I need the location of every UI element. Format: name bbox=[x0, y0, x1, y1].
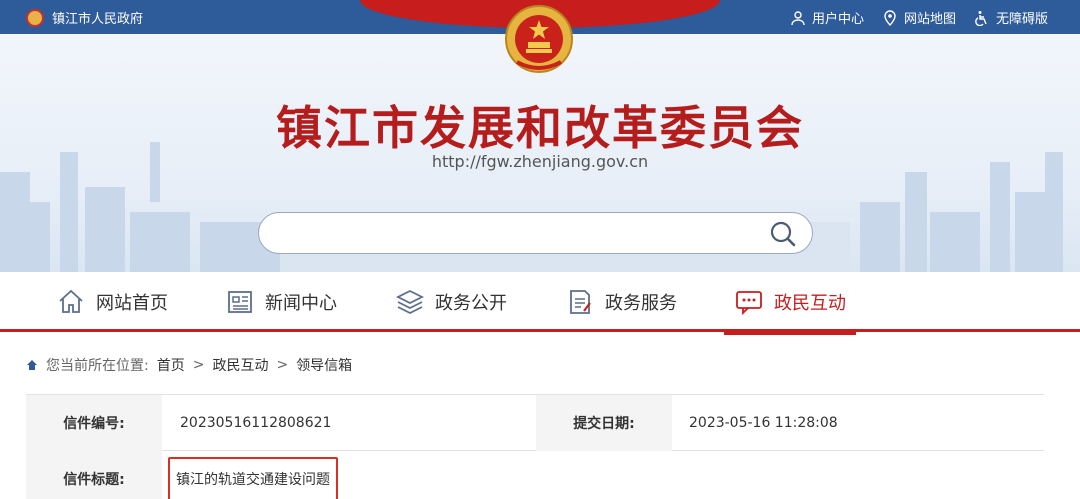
nav-item-gov-affairs[interactable]: 政务公开 bbox=[395, 272, 507, 332]
user-icon bbox=[791, 10, 805, 25]
nav-item-label: 政务服务 bbox=[605, 293, 677, 314]
breadcrumb-interaction[interactable]: 政民互动 bbox=[212, 355, 268, 375]
user-center-label: 用户中心 bbox=[811, 12, 864, 27]
chat-icon bbox=[736, 291, 762, 316]
nav-item-news[interactable]: 新闻中心 bbox=[225, 272, 337, 332]
news-icon bbox=[228, 291, 252, 313]
letter-number-label: 信件编号: bbox=[26, 395, 162, 451]
document-edit-icon bbox=[570, 290, 591, 314]
site-map-link[interactable]: 网站地图 bbox=[882, 8, 956, 27]
table-row: 信件编号: 20230516112808621 提交日期: 2023-05-16… bbox=[26, 395, 1044, 451]
site-url: http://fgw.zhenjiang.gov.cn bbox=[431, 152, 649, 171]
accessibility-icon bbox=[975, 10, 987, 26]
top-links: 用户中心 网站地图 无障碍版 bbox=[790, 8, 1048, 27]
letter-title-cell: 镇江的轨道交通建设问题 bbox=[168, 451, 338, 499]
search-icon[interactable] bbox=[768, 219, 798, 249]
accessibility-link[interactable]: 无障碍版 bbox=[974, 8, 1048, 27]
nav-item-label: 新闻中心 bbox=[265, 293, 337, 314]
nav-item-interaction[interactable]: 政民互动 bbox=[724, 272, 856, 335]
main-nav: 网站首页 新闻中心 政务公开 政务服务 政民互动 bbox=[0, 272, 1080, 335]
breadcrumb-separator: > bbox=[192, 357, 205, 373]
national-emblem-logo bbox=[505, 5, 573, 73]
breadcrumb-separator: > bbox=[276, 357, 289, 373]
home-icon bbox=[59, 289, 83, 313]
site-map-label: 网站地图 bbox=[903, 12, 956, 27]
nav-item-home[interactable]: 网站首页 bbox=[56, 272, 168, 332]
breadcrumb: 您当前所在位置: 首页 > 政民互动 > 领导信箱 bbox=[26, 355, 352, 375]
map-pin-icon bbox=[884, 9, 896, 26]
nav-item-label: 政民互动 bbox=[774, 293, 846, 314]
gov-label: 镇江市人民政府 bbox=[52, 12, 144, 27]
breadcrumb-prefix: 您当前所在位置: bbox=[46, 358, 149, 374]
accessibility-label: 无障碍版 bbox=[995, 12, 1048, 27]
letter-title-value: 镇江的轨道交通建设问题 bbox=[168, 457, 338, 499]
search-box[interactable] bbox=[258, 212, 813, 254]
gov-link[interactable]: 镇江市人民政府 bbox=[26, 8, 143, 27]
breadcrumb-home[interactable]: 首页 bbox=[157, 355, 185, 375]
nav-item-services[interactable]: 政务服务 bbox=[565, 272, 677, 332]
table-row: 信件标题: 镇江的轨道交通建设问题 bbox=[26, 451, 1044, 499]
layers-icon bbox=[395, 289, 425, 315]
nav-item-label: 政务公开 bbox=[435, 293, 507, 314]
user-center-link[interactable]: 用户中心 bbox=[790, 8, 864, 27]
letter-number-value: 20230516112808621 bbox=[180, 415, 332, 431]
nav-item-label: 网站首页 bbox=[96, 293, 168, 314]
submit-date-label: 提交日期: bbox=[536, 395, 672, 451]
letter-title-label: 信件标题: bbox=[26, 451, 162, 499]
submit-date-value: 2023-05-16 11:28:08 bbox=[689, 415, 838, 431]
site-title: 镇江市发展和改革委员会 bbox=[276, 101, 804, 155]
home-small-icon bbox=[27, 360, 37, 370]
letter-info-table: 信件编号: 20230516112808621 提交日期: 2023-05-16… bbox=[26, 394, 1044, 499]
national-emblem-icon bbox=[26, 8, 44, 27]
breadcrumb-mailbox[interactable]: 领导信箱 bbox=[296, 355, 352, 375]
